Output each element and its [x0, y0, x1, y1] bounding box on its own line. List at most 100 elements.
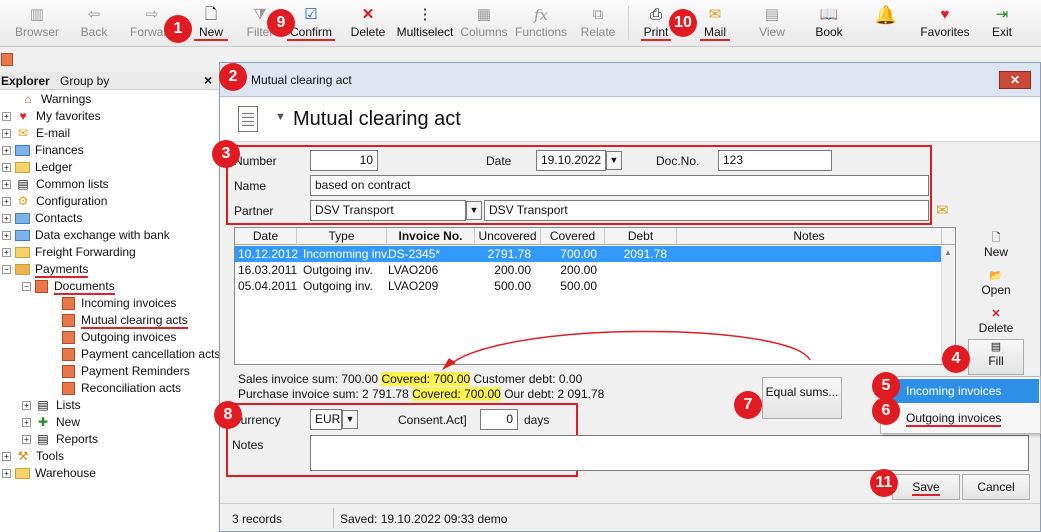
expand-icon[interactable]: +: [2, 163, 11, 173]
tree-item-payment-cancellation-acts[interactable]: Payment cancellation acts: [62, 346, 220, 363]
number-field[interactable]: 10: [310, 150, 378, 171]
new-button[interactable]: 🗋 New: [194, 5, 228, 43]
caret-down-icon[interactable]: ▼: [275, 111, 286, 123]
menu-item-incoming-invoices[interactable]: Incoming invoices: [882, 379, 1039, 403]
tree-item-reports[interactable]: + ▤ Reports: [22, 431, 98, 448]
column-header-date[interactable]: Date: [235, 228, 297, 245]
tree-item-data-exchange[interactable]: + Data exchange with bank: [2, 227, 170, 244]
expand-icon[interactable]: +: [2, 231, 11, 241]
collapse-icon[interactable]: −: [22, 282, 31, 292]
name-field[interactable]: based on contract: [310, 175, 929, 196]
back-button[interactable]: ⇦ Back: [74, 5, 114, 43]
tree-item-new[interactable]: + ✚ New: [22, 414, 80, 431]
table-row[interactable]: 16.03.2011 Outgoing inv. LVAO206 200.00 …: [235, 262, 942, 278]
column-header-notes[interactable]: Notes: [677, 228, 942, 245]
expand-icon[interactable]: +: [22, 401, 31, 411]
columns-button[interactable]: ▦ Columns: [460, 5, 508, 43]
tree-item-configuration[interactable]: + ⚙ Configuration: [2, 193, 107, 210]
mail-button[interactable]: ✉ Mail: [700, 5, 730, 43]
tree-item-documents[interactable]: − Documents: [22, 278, 115, 295]
partner-code-field[interactable]: DSV Transport: [310, 200, 466, 221]
close-explorer-icon[interactable]: ×: [204, 72, 212, 88]
grid-open-button[interactable]: 📂 Open: [972, 269, 1020, 297]
tree-item-contacts[interactable]: + Contacts: [2, 210, 82, 227]
table-row[interactable]: 05.04.2011 Outgoing inv. LVAO209 500.00 …: [235, 278, 942, 294]
column-header-covered[interactable]: Covered: [541, 228, 605, 245]
tree-item-tools[interactable]: + ⚒ Tools: [2, 448, 64, 465]
grid-new-button[interactable]: 🗋 New: [972, 231, 1020, 259]
expand-icon[interactable]: +: [22, 418, 31, 428]
document-tab-icon[interactable]: [1, 53, 13, 66]
expand-icon[interactable]: +: [2, 129, 11, 139]
fill-button[interactable]: ▤ Fill: [968, 339, 1024, 375]
tree-item-email[interactable]: + ✉ E-mail: [2, 125, 70, 142]
table-row[interactable]: 10.12.2012 Incomoming inv. DS-2345* 2791…: [235, 246, 942, 262]
expand-icon[interactable]: +: [2, 248, 11, 258]
delete-button[interactable]: ✕ Delete: [348, 5, 388, 43]
view-button[interactable]: ▤ View: [756, 5, 788, 43]
column-header-uncovered[interactable]: Uncovered: [475, 228, 541, 245]
scroll-up-arrow-icon[interactable]: ▲: [944, 248, 952, 257]
expand-icon[interactable]: +: [2, 452, 11, 462]
exit-button[interactable]: ⇥ Exit: [988, 5, 1016, 43]
expand-icon[interactable]: +: [2, 469, 11, 479]
expand-icon[interactable]: +: [2, 197, 11, 207]
date-field[interactable]: 19.10.2022: [536, 150, 606, 171]
column-header-type[interactable]: Type: [297, 228, 387, 245]
cancel-button[interactable]: Cancel: [962, 474, 1030, 500]
currency-select[interactable]: EUR: [310, 409, 342, 430]
tree-item-payments[interactable]: − Payments: [2, 261, 89, 278]
view-grid-icon: ▤: [764, 6, 780, 23]
favorites-button[interactable]: ♥ Favorites: [918, 5, 972, 43]
expand-icon[interactable]: +: [2, 214, 11, 224]
tree-item-mutual-clearing-acts[interactable]: Mutual clearing acts: [62, 312, 188, 329]
partner-name-field[interactable]: DSV Transport: [484, 200, 929, 221]
tree-item-payment-reminders[interactable]: Payment Reminders: [62, 363, 190, 380]
functions-button[interactable]: fx Functions: [514, 5, 568, 43]
tree-item-warnings[interactable]: ⌂ Warnings: [20, 91, 91, 108]
notes-field[interactable]: [310, 435, 1029, 471]
group-by-tab[interactable]: Group by: [60, 74, 109, 88]
partner-dropdown-button[interactable]: ▼: [466, 201, 482, 220]
equal-sums-button[interactable]: Equal sums...: [762, 377, 842, 419]
book-button[interactable]: 📖 Book: [812, 5, 846, 43]
column-header-invoice-no[interactable]: Invoice No.: [387, 228, 475, 245]
explorer-title[interactable]: Explorer: [1, 74, 50, 88]
grid-delete-button[interactable]: ✕ Delete: [972, 307, 1020, 335]
docno-field[interactable]: 123: [718, 150, 832, 171]
expand-icon[interactable]: +: [2, 180, 11, 190]
tree-item-freight-forwarding[interactable]: + Freight Forwarding: [2, 244, 136, 261]
heart-icon: ♥: [19, 109, 27, 123]
print-button[interactable]: ⎙ Print: [641, 5, 671, 43]
mutual-clearing-act-dialog: Mutual clearing act ✕ ▼ Mutual clearing …: [219, 62, 1041, 532]
relate-button[interactable]: ⧉ Relate: [578, 5, 618, 43]
folder-icon: [15, 247, 30, 259]
expand-icon[interactable]: +: [2, 112, 11, 122]
notifications-button[interactable]: 🔔: [872, 5, 900, 43]
consent-days-field[interactable]: 0: [480, 409, 518, 430]
save-button[interactable]: Save: [892, 474, 960, 500]
explorer-header: Explorer Group by ×: [0, 72, 218, 90]
tree-item-ledger[interactable]: + Ledger: [2, 159, 72, 176]
currency-dropdown-button[interactable]: ▼: [342, 410, 358, 429]
date-dropdown-button[interactable]: ▼: [606, 151, 622, 170]
close-window-button[interactable]: ✕: [999, 71, 1031, 89]
tree-item-lists[interactable]: + ▤ Lists: [22, 397, 81, 414]
tree-item-reconciliation-acts[interactable]: Reconciliation acts: [62, 380, 181, 397]
tree-item-outgoing-invoices[interactable]: Outgoing invoices: [62, 329, 176, 346]
tree-item-finances[interactable]: + Finances: [2, 142, 84, 159]
envelope-icon[interactable]: ✉: [936, 201, 949, 219]
tree-item-incoming-invoices[interactable]: Incoming invoices: [62, 295, 176, 312]
column-header-debt[interactable]: Debt: [605, 228, 677, 245]
collapse-icon[interactable]: −: [2, 265, 11, 275]
document-icon: [62, 297, 75, 311]
expand-icon[interactable]: +: [22, 435, 31, 445]
multiselect-button[interactable]: ⋮ Multiselect: [396, 5, 454, 43]
menu-item-outgoing-invoices[interactable]: Outgoing invoices: [882, 406, 1039, 430]
tree-item-my-favorites[interactable]: + ♥ My favorites: [2, 108, 101, 125]
expand-icon[interactable]: +: [2, 146, 11, 156]
tree-item-common-lists[interactable]: + ▤ Common lists: [2, 176, 109, 193]
partner-label: Partner: [234, 204, 274, 218]
browser-button[interactable]: ▥ Browser: [14, 5, 60, 43]
tree-item-warehouse[interactable]: + Warehouse: [2, 465, 96, 482]
